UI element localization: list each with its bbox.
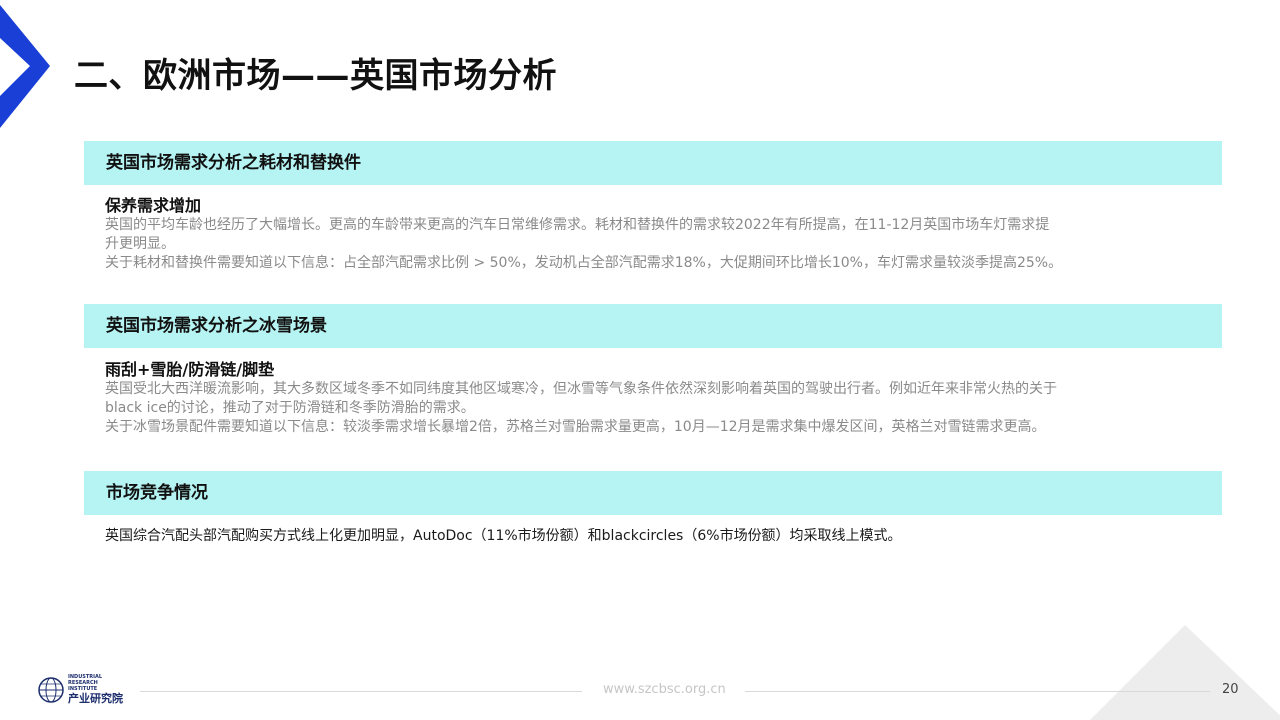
paragraph-line: 关于冰雪场景配件需要知道以下信息：较淡季需求增长暴增2倍，苏格兰对雪胎需求量更高… [105,419,1046,435]
corner-chevron-icon [0,5,50,128]
subtitle-maintenance: 保养需求增加 [105,196,202,215]
section-header-consumables: 英国市场需求分析之耗材和替换件 [84,141,1222,185]
paragraph-line: 英国的平均车龄也经历了大幅增长。更高的车龄带来更高的汽车日常维修需求。耗材和替换… [105,217,1050,233]
paragraph-line: black ice的讨论，推动了对于防滑链和冬季防滑胎的需求。 [105,400,475,416]
section-header-competition: 市场竞争情况 [84,471,1222,515]
footer-divider-left [140,691,582,692]
section-header-ice-snow: 英国市场需求分析之冰雪场景 [84,304,1222,348]
section-body-competition: 英国综合汽配头部汽配购买方式线上化更加明显，AutoDoc（11%市场份额）和b… [105,527,1195,546]
paragraph-line: 升更明显。 [105,236,175,252]
footer-url: www.szcbsc.org.cn [603,682,726,697]
section-body-ice-snow: 雨刮+雪胎/防滑链/脚垫 英国受北大西洋暖流影响，其大多数区域冬季不如同纬度其他… [105,360,1195,437]
logo-chinese-text: 产业研究院 [68,692,123,705]
globe-logo-icon [38,676,64,703]
section-body-consumables: 保养需求增加 英国的平均车龄也经历了大幅增长。更高的车龄带来更高的汽车日常维修需… [105,196,1195,273]
subtitle-wiper-snow-tire: 雨刮+雪胎/防滑链/脚垫 [105,360,275,379]
paragraph-line: 英国受北大西洋暖流影响，其大多数区域冬季不如同纬度其他区域寒冷，但冰雪等气象条件… [105,381,1057,397]
logo-english-text: INDUSTRIAL RESEARCH INSTITUTE [68,674,103,692]
corner-triangle-decoration [1090,625,1280,720]
page-title: 二、欧洲市场——英国市场分析 [74,56,557,96]
institute-logo: INDUSTRIAL RESEARCH INSTITUTE 产业研究院 [38,674,128,705]
page-number: 20 [1222,682,1239,697]
paragraph-line: 关于耗材和替换件需要知道以下信息：占全部汽配需求比例 > 50%，发动机占全部汽… [105,255,1063,271]
footer-divider-right [745,691,1210,692]
paragraph-competition: 英国综合汽配头部汽配购买方式线上化更加明显，AutoDoc（11%市场份额）和b… [105,528,902,544]
